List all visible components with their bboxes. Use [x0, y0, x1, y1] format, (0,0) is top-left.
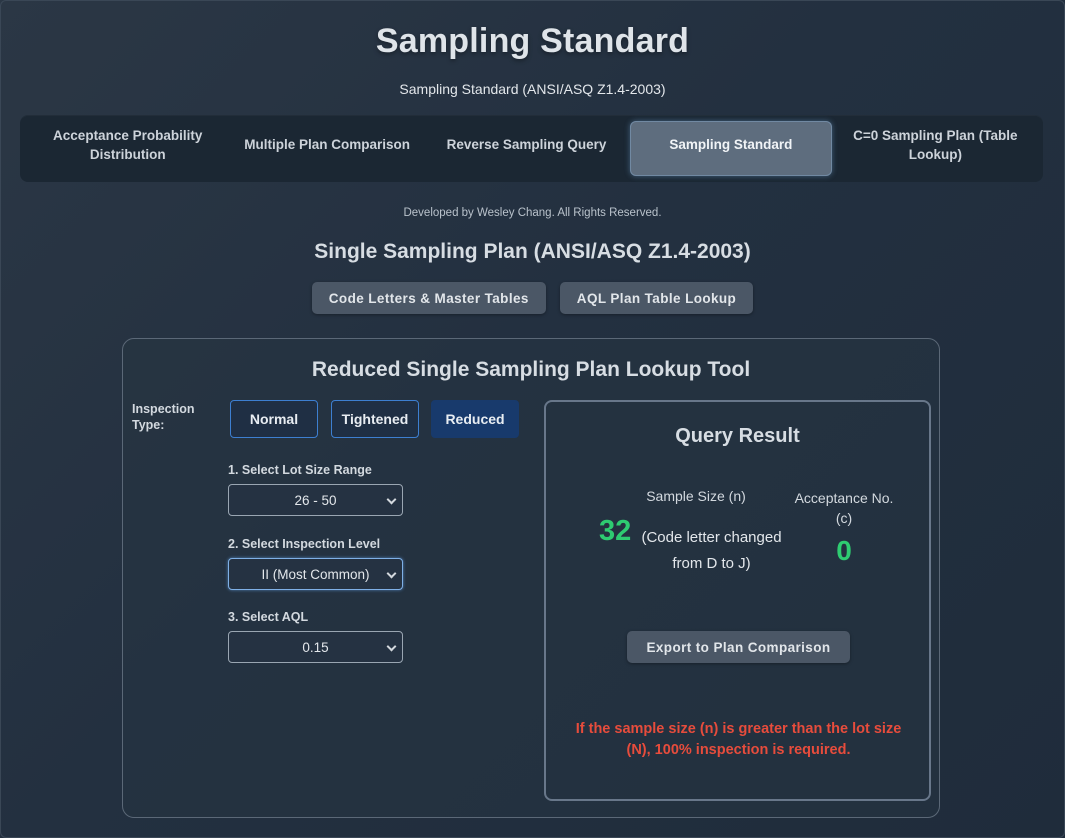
lot-size-select[interactable]: 26 - 50: [228, 484, 403, 516]
chevron-down-icon: [386, 568, 397, 579]
export-to-plan-comparison-button[interactable]: Export to Plan Comparison: [627, 631, 850, 663]
tightened-button[interactable]: Tightened: [331, 400, 419, 438]
acceptance-number-label: Acceptance No. (c): [794, 490, 894, 526]
page: Sampling Standard Sampling Standard (ANS…: [0, 0, 1065, 838]
inspection-level-select[interactable]: II (Most Common): [228, 558, 403, 590]
chevron-down-icon: [386, 641, 397, 652]
aql-label: 3. Select AQL: [228, 610, 309, 624]
tab-label: C=0 Sampling Plan (Table Lookup): [853, 127, 1018, 162]
chevron-down-icon: [386, 494, 397, 505]
tab-reverse-sampling-query[interactable]: Reverse Sampling Query: [426, 121, 627, 176]
tab-acceptance-probability[interactable]: Acceptance Probability Distribution: [27, 121, 228, 176]
aql-value: 0.15: [302, 639, 329, 655]
acceptance-number-value: 0: [836, 535, 852, 566]
tab-label: Multiple Plan Comparison: [244, 137, 410, 152]
tab-c0-sampling-plan[interactable]: C=0 Sampling Plan (Table Lookup): [835, 121, 1036, 176]
inspection-level-label: 2. Select Inspection Level: [228, 537, 381, 551]
tab-label: Reverse Sampling Query: [446, 137, 607, 152]
app-subtitle: Sampling Standard (ANSI/ASQ Z1.4-2003): [399, 81, 666, 97]
result-title: Query Result: [675, 425, 800, 447]
code-letter-note: (Code letter changed from D to J): [641, 529, 782, 572]
tab-sampling-standard[interactable]: Sampling Standard: [630, 121, 832, 176]
reduced-button[interactable]: Reduced: [431, 400, 519, 438]
tab-label: Acceptance Probability Distribution: [53, 127, 203, 162]
credit-text: Developed by Wesley Chang. All Rights Re…: [403, 207, 662, 219]
lot-size-label: 1. Select Lot Size Range: [228, 463, 372, 477]
inspection-warning: If the sample size (n) is greater than t…: [575, 721, 902, 758]
query-result-box: Query Result Sample Size (n) 32 (Code le…: [544, 400, 931, 801]
lot-size-value: 26 - 50: [294, 492, 337, 508]
sub-button-group: Code Letters & Master Tables AQL Plan Ta…: [0, 282, 1065, 314]
aql-select[interactable]: 0.15: [228, 631, 403, 663]
sample-size-value: 32: [599, 515, 632, 547]
tab-multiple-plan-comparison[interactable]: Multiple Plan Comparison: [226, 121, 427, 176]
inspection-type-label: Inspection Type:: [132, 402, 195, 432]
inspection-level-value: II (Most Common): [261, 566, 370, 582]
tab-bar: Acceptance Probability Distribution Mult…: [20, 115, 1043, 182]
aql-lookup-button[interactable]: AQL Plan Table Lookup: [559, 282, 754, 314]
lookup-tool-panel: Reduced Single Sampling Plan Lookup Tool…: [122, 338, 940, 818]
tool-title: Reduced Single Sampling Plan Lookup Tool: [311, 358, 751, 381]
app-title: Sampling Standard: [375, 22, 690, 60]
normal-button[interactable]: Normal: [230, 400, 318, 438]
sample-size-label: Sample Size (n): [646, 488, 746, 504]
code-letters-button[interactable]: Code Letters & Master Tables: [311, 282, 546, 314]
tab-label: Sampling Standard: [669, 137, 793, 152]
section-title: Single Sampling Plan (ANSI/ASQ Z1.4-2003…: [314, 240, 751, 263]
